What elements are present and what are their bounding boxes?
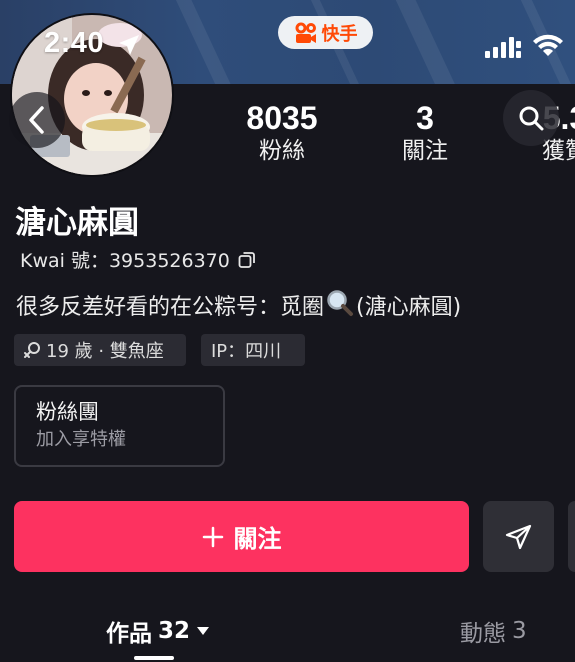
follow-label: 關注 — [233, 525, 282, 553]
bio-suffix: (溏心麻圓) — [356, 295, 462, 320]
share-button[interactable] — [483, 501, 554, 572]
ip-text: IP：四川 — [211, 341, 282, 362]
tab-works-label: 作品 — [106, 621, 152, 647]
followers-stat[interactable]: 8035 粉絲 — [232, 100, 332, 166]
age-zodiac-text: 19 歲 · 雙魚座 — [46, 341, 164, 362]
back-arrow-icon — [29, 106, 44, 134]
kwai-id-label: Kwai 號： — [20, 250, 109, 272]
search-icon — [519, 106, 544, 131]
ip-tag: IP：四川 — [201, 334, 305, 366]
more-button[interactable] — [568, 501, 575, 572]
copy-icon[interactable] — [238, 251, 256, 269]
tab-works[interactable]: 作品 32 — [106, 614, 210, 648]
tab-moments[interactable]: 動態 3 — [460, 614, 527, 648]
profile-name: 溏心麻圓 — [15, 205, 139, 241]
search-button[interactable] — [503, 90, 559, 146]
age-zodiac-tag: 19 歲 · 雙魚座 — [14, 334, 186, 366]
following-count: 3 — [416, 100, 434, 136]
tab-works-count: 32 — [158, 618, 191, 644]
kwai-id-value: 3953526370 — [108, 250, 230, 272]
fan-club-title: 粉絲團 — [36, 400, 99, 424]
fan-club-card[interactable]: 粉絲團 加入享特權 — [14, 385, 225, 467]
following-stat[interactable]: 3 關注 — [385, 100, 465, 166]
follow-button[interactable]: 關注 — [14, 501, 469, 572]
kwai-id-text: Kwai 號：3953526370 — [20, 246, 230, 273]
tab-moments-count: 3 — [512, 618, 527, 644]
kwai-id-row: Kwai 號：3953526370 — [20, 246, 256, 273]
tab-moments-label: 動態 — [460, 621, 506, 647]
followers-label: 粉絲 — [259, 138, 305, 164]
kuaishou-logo-icon — [295, 22, 316, 43]
location-arrow-icon — [119, 35, 139, 55]
tab-active-indicator — [134, 656, 174, 660]
brand-logo: 快手 — [278, 16, 373, 49]
wifi-icon — [533, 34, 563, 56]
send-icon — [505, 524, 531, 549]
status-time: 2:40 — [44, 27, 105, 59]
signal-icon — [485, 37, 521, 58]
fan-club-subtitle: 加入享特權 — [36, 429, 126, 450]
brand-name: 快手 — [321, 23, 358, 45]
bio: 很多反差好看的在公粽号：觅圈 (溏心麻圓) — [16, 289, 461, 321]
plus-icon — [202, 526, 223, 547]
magnifier-emoji-icon — [327, 290, 354, 316]
caret-down-icon[interactable] — [196, 626, 210, 636]
following-label: 關注 — [402, 138, 448, 164]
followers-count: 8035 — [246, 100, 318, 136]
gender-female-icon — [24, 342, 40, 358]
bio-prefix: 很多反差好看的在公粽号：觅圈 — [16, 295, 325, 320]
back-button[interactable] — [9, 92, 65, 148]
